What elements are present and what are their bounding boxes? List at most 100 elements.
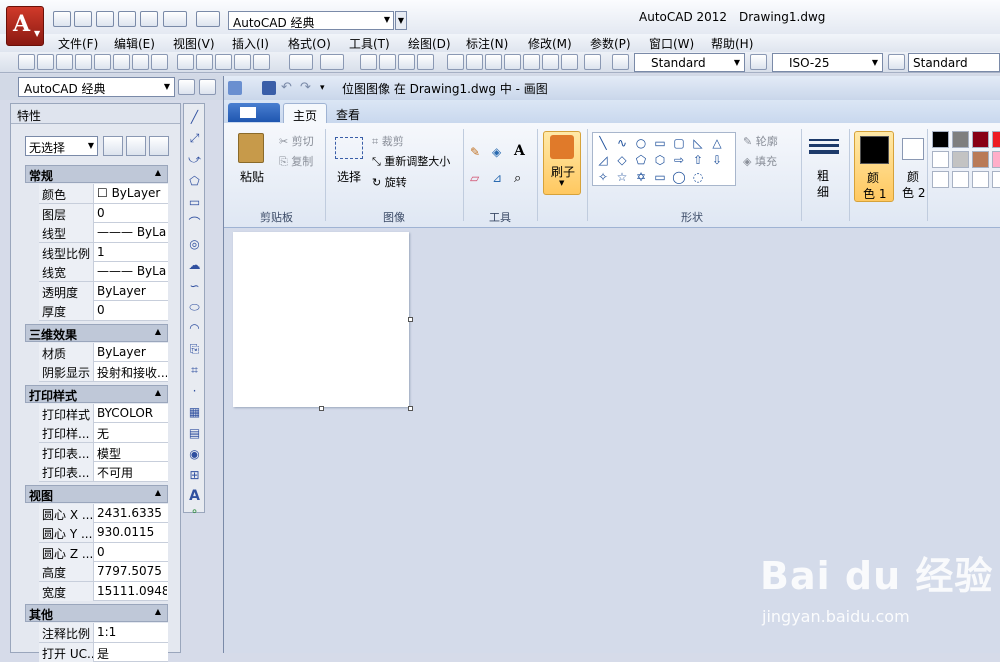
property-value[interactable]: 7797.5075	[97, 564, 167, 578]
property-value[interactable]: 不可用	[97, 464, 167, 481]
zoom-previous-icon[interactable]	[417, 54, 434, 70]
match-properties-icon[interactable]	[234, 54, 251, 70]
publish-icon[interactable]	[113, 54, 130, 70]
dim-style-select[interactable]: ISO-25▼	[772, 53, 883, 72]
help-icon[interactable]	[584, 54, 601, 70]
paint-app-icon[interactable]	[228, 81, 242, 95]
section-header[interactable]: 常规▲	[25, 165, 168, 183]
property-row[interactable]: 材质ByLayer	[39, 343, 168, 363]
menu-dimension[interactable]: 标注(N)	[466, 35, 508, 52]
workspace-menu-button[interactable]: ▼	[395, 11, 407, 30]
print-icon[interactable]	[140, 11, 158, 27]
property-row[interactable]: 圆心 Y ...930.0115	[39, 523, 168, 543]
fill-bucket-icon[interactable]: ◈	[492, 145, 508, 161]
property-value[interactable]: ☐ ByLayer	[97, 186, 167, 200]
property-value[interactable]: BYCOLOR	[97, 406, 167, 420]
rectangle-shape-icon[interactable]: ▭	[653, 136, 667, 150]
calculator-icon[interactable]	[542, 54, 559, 70]
arc-icon[interactable]: ⌒	[187, 216, 202, 231]
section-header[interactable]: 视图▲	[25, 485, 168, 503]
property-value[interactable]: 是	[97, 645, 167, 662]
property-value[interactable]: 模型	[97, 445, 167, 462]
color-swatch[interactable]	[932, 171, 949, 188]
right-triangle-shape-icon[interactable]: ◿	[596, 153, 610, 167]
save-icon[interactable]	[262, 81, 276, 95]
oval-shape-icon[interactable]: ○	[634, 136, 648, 150]
property-value[interactable]: ByLayer	[97, 345, 167, 359]
save-icon[interactable]	[56, 54, 73, 70]
section-header[interactable]: 打印样式▲	[25, 385, 168, 403]
section-header[interactable]: 其他▲	[25, 604, 168, 622]
new-file-icon[interactable]	[53, 11, 71, 27]
size-label-2[interactable]: 细	[817, 183, 829, 200]
paste-icon[interactable]	[215, 54, 232, 70]
property-value[interactable]: ——— ByLa...	[97, 225, 167, 239]
hexagon-shape-icon[interactable]: ⬡	[653, 153, 667, 167]
up-arrow-shape-icon[interactable]: ⇧	[691, 153, 705, 167]
line-icon[interactable]: ╱	[187, 110, 202, 125]
point-icon[interactable]: ·	[187, 384, 202, 399]
plot-icon[interactable]	[75, 54, 92, 70]
right-arrow-shape-icon[interactable]: ⇨	[672, 153, 686, 167]
text-icon[interactable]: A	[514, 143, 530, 159]
undo-icon[interactable]	[289, 54, 313, 70]
polygon-shape-icon[interactable]: ◺	[691, 136, 705, 150]
text-style-icon[interactable]	[612, 54, 629, 70]
undo-icon[interactable]: ↶	[281, 81, 295, 95]
curve-shape-icon[interactable]: ∿	[615, 136, 629, 150]
customize-toolbar-icon[interactable]: ▾	[320, 81, 334, 95]
crop-button[interactable]: ⌗ 裁剪	[372, 133, 404, 149]
property-row[interactable]: 透明度ByLayer	[39, 282, 168, 302]
magnifier-icon[interactable]: ⌕	[514, 171, 530, 187]
redo-icon[interactable]	[320, 54, 344, 70]
color-swatch[interactable]	[952, 171, 969, 188]
property-value[interactable]: 无	[97, 425, 167, 442]
menu-draw[interactable]: 绘图(D)	[408, 35, 451, 52]
polyline-icon[interactable]: ⤻	[187, 152, 202, 167]
size-label-1[interactable]: 粗	[817, 167, 829, 184]
property-row[interactable]: 高度7797.5075	[39, 562, 168, 582]
section-header[interactable]: 三维效果▲	[25, 324, 168, 342]
color-swatch[interactable]	[932, 151, 949, 168]
property-value[interactable]: ——— ByLa...	[97, 264, 167, 278]
cut-button[interactable]: ✂ 剪切	[279, 133, 314, 149]
property-row[interactable]: 圆心 X ...2431.6335	[39, 504, 168, 524]
zoom-window-icon[interactable]	[398, 54, 415, 70]
toggle-pickadd-icon[interactable]	[103, 136, 123, 156]
dim-style-icon[interactable]	[750, 54, 767, 70]
table-icon[interactable]: ⊞	[187, 468, 202, 483]
color-swatch[interactable]	[992, 171, 1000, 188]
open-folder-icon[interactable]	[74, 11, 92, 27]
menu-help[interactable]: 帮助(H)	[711, 35, 753, 52]
color1-button[interactable]: 颜 色 1	[854, 131, 894, 202]
brush-button[interactable]: 刷子 ▼	[543, 131, 581, 195]
menu-window[interactable]: 窗口(W)	[649, 35, 694, 52]
property-value[interactable]: 1	[97, 245, 167, 259]
region-icon[interactable]: ◉	[187, 447, 202, 462]
color-swatch[interactable]	[972, 171, 989, 188]
property-value[interactable]: 1:1	[97, 625, 167, 639]
circle-icon[interactable]: ◎	[187, 237, 202, 252]
property-row[interactable]: 打开 UC...是	[39, 643, 168, 662]
four-point-star-shape-icon[interactable]: ✧	[596, 170, 610, 184]
undo-icon[interactable]	[163, 11, 187, 27]
outline-button[interactable]: ✎ 轮廓	[743, 133, 778, 149]
rounded-rectangle-shape-icon[interactable]: ▢	[672, 136, 686, 150]
property-value[interactable]: ByLayer	[97, 284, 167, 298]
color-swatch[interactable]	[952, 131, 969, 148]
paint-file-menu-button[interactable]	[228, 103, 280, 122]
oval-callout-shape-icon[interactable]: ◯	[672, 170, 686, 184]
property-row[interactable]: 图层0	[39, 204, 168, 224]
property-row[interactable]: 线型——— ByLa...	[39, 223, 168, 243]
property-row[interactable]: 颜色☐ ByLayer	[39, 184, 168, 204]
zoom-realtime-icon[interactable]	[379, 54, 396, 70]
property-value[interactable]: 0	[97, 206, 167, 220]
open-icon[interactable]	[37, 54, 54, 70]
five-point-star-shape-icon[interactable]: ☆	[615, 170, 629, 184]
redo-icon[interactable]	[196, 11, 220, 27]
drawing-canvas[interactable]	[233, 232, 409, 407]
add-selected-icon[interactable]: ∘	[187, 504, 202, 519]
design-center-icon[interactable]	[466, 54, 483, 70]
polygon-icon[interactable]: ⬠	[187, 174, 202, 189]
color-swatch[interactable]	[992, 131, 1000, 148]
